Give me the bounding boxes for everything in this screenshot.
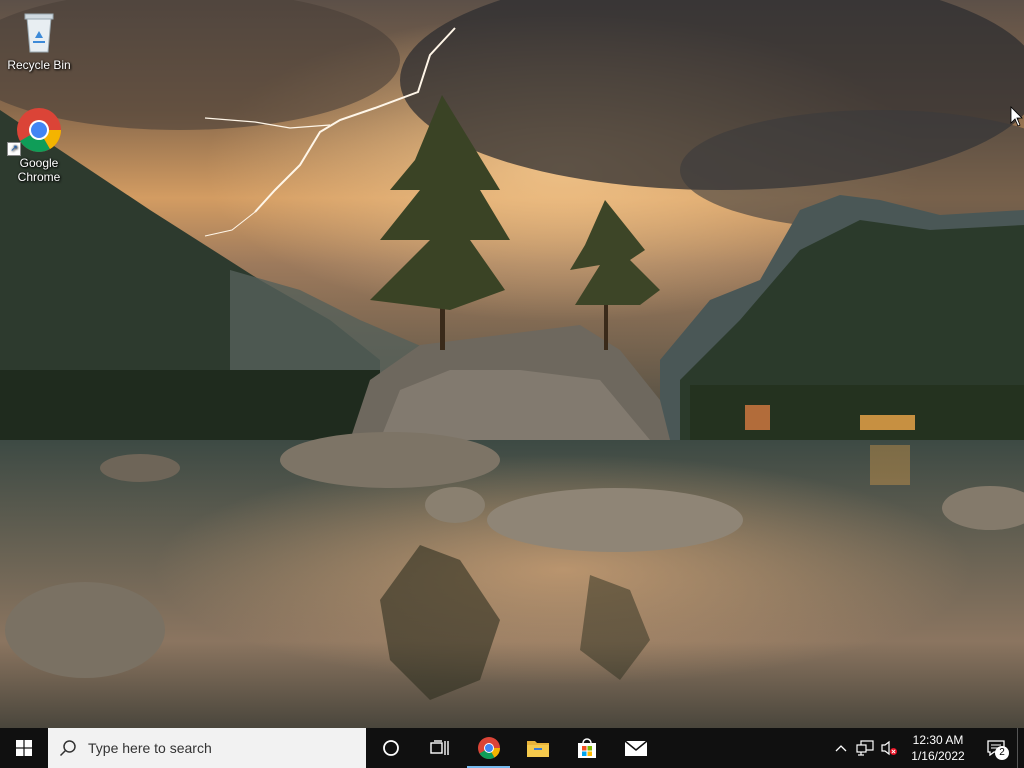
start-button[interactable] bbox=[0, 728, 48, 768]
task-view-icon bbox=[429, 740, 449, 755]
clock-date: 1/16/2022 bbox=[911, 749, 965, 763]
desktop-wallpaper bbox=[0, 0, 1024, 728]
volume-muted-icon[interactable] bbox=[877, 728, 901, 768]
recycle-bin-shortcut[interactable]: Recycle Bin bbox=[1, 8, 77, 72]
taskbar: Type here to search 12:30 AM 1/16/2022 2 bbox=[0, 728, 1024, 768]
taskbar-file-explorer-button[interactable] bbox=[513, 728, 562, 768]
taskbar-search-box[interactable]: Type here to search bbox=[48, 728, 366, 768]
chevron-up-icon[interactable] bbox=[829, 728, 853, 768]
taskbar-mail-button[interactable] bbox=[611, 728, 660, 768]
taskbar-clock[interactable]: 12:30 AM 1/16/2022 bbox=[901, 732, 975, 764]
cortana-button[interactable] bbox=[366, 728, 415, 768]
folder-icon bbox=[526, 741, 549, 757]
store-bag-icon bbox=[577, 738, 596, 758]
task-view-button[interactable] bbox=[415, 728, 464, 768]
chrome-icon: ↗ bbox=[7, 106, 63, 156]
show-desktop-button[interactable] bbox=[1017, 728, 1024, 768]
system-tray: 12:30 AM 1/16/2022 2 bbox=[829, 728, 1024, 768]
google-chrome-label: Google Chrome bbox=[17, 156, 61, 184]
cortana-circle-icon bbox=[382, 740, 399, 756]
shortcut-arrow-icon: ↗ bbox=[7, 142, 21, 156]
taskbar-chrome-button[interactable] bbox=[464, 728, 513, 768]
windows-logo-icon bbox=[16, 740, 32, 756]
desktop[interactable]: Recycle Bin ↗ Google Chrome bbox=[0, 0, 1024, 728]
action-center-button[interactable]: 2 bbox=[975, 728, 1017, 768]
search-placeholder: Type here to search bbox=[88, 740, 212, 756]
notification-count-badge: 2 bbox=[995, 746, 1009, 760]
recycle-bin-icon bbox=[15, 8, 63, 56]
google-chrome-shortcut[interactable]: ↗ Google Chrome bbox=[1, 106, 77, 184]
mail-icon bbox=[624, 740, 647, 756]
chrome-icon bbox=[477, 737, 500, 759]
network-icon[interactable] bbox=[853, 728, 877, 768]
recycle-bin-label: Recycle Bin bbox=[7, 58, 71, 72]
clock-time: 12:30 AM bbox=[912, 733, 964, 747]
search-icon bbox=[48, 739, 88, 757]
taskbar-store-button[interactable] bbox=[562, 728, 611, 768]
